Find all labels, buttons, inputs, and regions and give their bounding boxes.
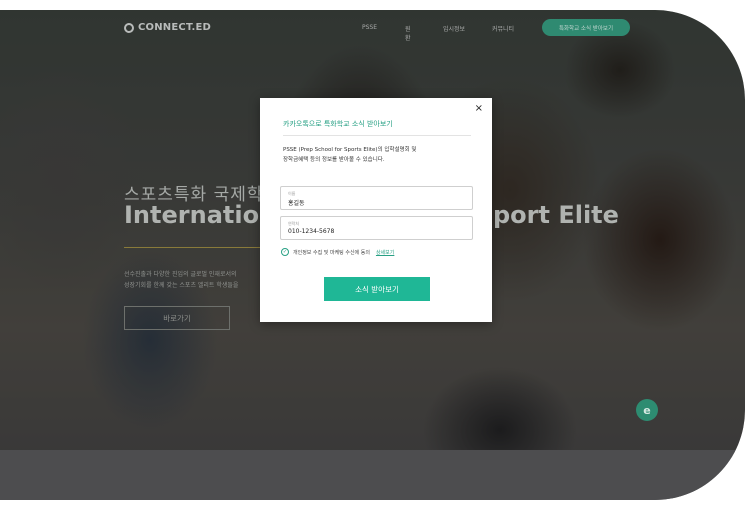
check-circle-icon[interactable]: ✓: [281, 248, 289, 256]
name-field[interactable]: 이름 홍길동: [280, 186, 473, 210]
hero-desc-line2: 성장기회를 한께 갖는 스포츠 엘리트 학생들을: [124, 282, 239, 289]
modal-desc-line1: PSSE (Prep School for Sports Elite)의 입학설…: [283, 147, 417, 153]
hero-title-en-left: Internation: [124, 201, 277, 229]
hero-desc-line1: 선수진출과 다양한 진입의 글로벌 인재로서의: [124, 271, 237, 278]
nav-item-2[interactable]: 원환: [405, 24, 411, 42]
name-field-value[interactable]: 홍길동: [288, 198, 305, 207]
connected-logo-icon: [124, 22, 134, 33]
consent-row: ✓ 개인정보 수집 및 마케팅 수신에 동의 상세보기: [281, 248, 394, 256]
consent-detail-link[interactable]: 상세보기: [376, 249, 394, 256]
nav-item-community[interactable]: 커뮤니티: [492, 24, 514, 33]
modal-desc-line2: 장학금혜택 등의 정보를 받아볼 수 있습니다.: [283, 157, 385, 163]
logo[interactable]: CONNECT.ED: [124, 22, 211, 33]
logo-text: CONNECT.ED: [138, 22, 211, 33]
close-icon[interactable]: ×: [475, 104, 483, 114]
consent-text: 개인정보 수집 및 마케팅 수신에 동의: [293, 249, 370, 256]
hero-go-button[interactable]: 바로가기: [124, 306, 230, 330]
modal-description: PSSE (Prep School for Sports Elite)의 입학설…: [283, 145, 416, 165]
nav-item-psse[interactable]: PSSE: [362, 24, 377, 31]
hero-title-en-right: port Elite: [493, 201, 619, 229]
nav-item-admissions[interactable]: 입시정보: [443, 24, 465, 33]
subscribe-modal: × 카카오톡으로 특화학교 소식 받아보기 PSSE (Prep School …: [260, 98, 492, 322]
page: CONNECT.ED PSSE 원환 입시정보 커뮤니티 특화학교 소식 받아보…: [0, 0, 750, 513]
submit-button[interactable]: 소식 받아보기: [324, 277, 430, 301]
modal-title: 카카오톡으로 특화학교 소식 받아보기: [283, 120, 393, 128]
hero-description: 선수진출과 다양한 진입의 글로벌 인재로서의 성장기회를 한께 갖는 스포츠 …: [124, 269, 238, 291]
phone-field-value[interactable]: 010-1234-5678: [288, 228, 334, 235]
nav-subscribe-button[interactable]: 특화학교 소식 받아보기: [542, 19, 630, 36]
modal-divider: [283, 135, 471, 136]
phone-field[interactable]: 연락처 010-1234-5678: [280, 216, 473, 240]
name-field-label: 이름: [288, 191, 296, 196]
top-nav: CONNECT.ED PSSE 원환 입시정보 커뮤니티 특화학교 소식 받아보…: [0, 10, 745, 46]
chat-bubble-icon[interactable]: e: [636, 399, 658, 421]
hero-divider: [124, 247, 260, 248]
phone-field-label: 연락처: [288, 221, 300, 226]
